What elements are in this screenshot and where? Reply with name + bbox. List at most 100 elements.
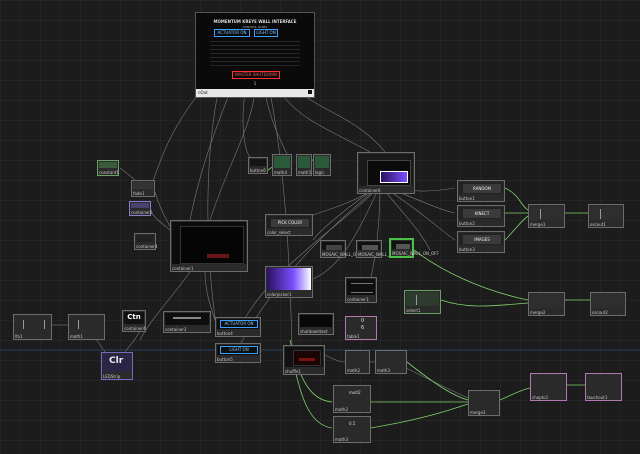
logic-label: logic: [315, 170, 325, 175]
button1-node[interactable]: RANDOM button1: [457, 180, 505, 202]
chopto1-node[interactable]: chopto1: [530, 373, 567, 401]
panel-footer: nOut: [196, 89, 314, 97]
clr-name: LEDStrip: [103, 374, 121, 379]
container-text-label: container2: [165, 327, 187, 332]
container5-node[interactable]: container5: [129, 201, 153, 216]
table1-node[interactable]: 0 6 table1: [345, 316, 377, 340]
container7-node[interactable]: MOSAIC_WALL_ON_OFF: [320, 240, 369, 258]
panel-title: MOMENTUM KREYE WALL INTERFACE: [213, 19, 297, 24]
select1-node[interactable]: select1: [404, 290, 441, 314]
logic-node[interactable]: logic: [313, 154, 331, 176]
container4-node[interactable]: container4: [134, 233, 158, 250]
control-panel-node[interactable]: MOMENTUM KREYE WALL INTERFACE CONTROL PA…: [195, 12, 315, 98]
merge3-label: merge3: [470, 410, 486, 415]
math5-label: math5: [298, 170, 311, 175]
wire: [189, 91, 231, 221]
chopto1-label: chopto1: [532, 395, 549, 400]
container6-preview: [367, 160, 411, 186]
container2-label: MOSAIC_WALL_ON_OFF: [392, 251, 439, 256]
actuator-on-button[interactable]: ACTUATOR ON: [214, 29, 250, 37]
container6-node[interactable]: container6: [357, 152, 415, 194]
button2-node[interactable]: KINECT button2: [457, 205, 505, 227]
table1-value: 0: [361, 318, 365, 324]
wire: [149, 91, 201, 191]
math2-node[interactable]: math2: [345, 350, 370, 374]
mult3-node[interactable]: 0.5 math3: [333, 416, 371, 443]
kinect-button[interactable]: KINECT: [463, 209, 501, 218]
math4-node[interactable]: math4: [272, 154, 292, 176]
button6-node[interactable]: button6: [248, 157, 268, 174]
math2-label: math2: [347, 368, 360, 373]
oscout2-label: oscout2: [592, 310, 608, 315]
container1-label: container1: [172, 266, 194, 271]
panel-footer-label: nOut: [198, 90, 208, 95]
merge3-node[interactable]: merge3: [468, 390, 500, 416]
container5-label: container5: [131, 210, 153, 215]
panel-footer-flag-icon[interactable]: [308, 90, 312, 94]
mult3-label: math3: [335, 437, 348, 442]
pick-color-button[interactable]: PICK COLOR: [271, 219, 309, 227]
math1-node[interactable]: math1: [68, 314, 105, 340]
merge1-node[interactable]: merge1: [528, 204, 565, 228]
pick-color-node[interactable]: PICK COLOR color_select: [265, 214, 313, 236]
container-text-node[interactable]: container2: [163, 311, 211, 333]
network-editor-canvas[interactable]: MOMENTUM KREYE WALL INTERFACE CONTROL PA…: [0, 0, 640, 454]
wire: [440, 299, 529, 307]
math5-node[interactable]: math5: [296, 154, 312, 176]
container4-label: container4: [136, 244, 158, 249]
panel-text-rows: [210, 41, 300, 69]
math1-label: math1: [70, 334, 83, 339]
wire: [149, 209, 173, 233]
button3-node[interactable]: IMAGES button3: [457, 231, 505, 253]
constant1-node[interactable]: constant1: [97, 160, 119, 176]
container2-node[interactable]: MOSAIC_WALL_ON_OFF: [389, 238, 439, 258]
master-shutdown-button[interactable]: MASTER SHUTDOWN: [232, 71, 280, 79]
actuator-button-node[interactable]: ACTUATOR ON button4: [215, 317, 261, 337]
fade1-label: fade1: [133, 191, 145, 196]
actuator-on-node-button[interactable]: ACTUATOR ON: [220, 320, 258, 328]
mult2-label: math2: [335, 407, 348, 412]
shuffle1-node[interactable]: shuffle1: [283, 345, 325, 375]
container1-node[interactable]: container1: [170, 220, 248, 272]
touchout1-label: touchout1: [587, 395, 608, 400]
clr-node[interactable]: Clr LEDStrip: [101, 352, 133, 380]
ctn-node[interactable]: Ctn container4: [122, 310, 146, 332]
actuator-button-label: button4: [217, 331, 233, 336]
container8-node[interactable]: MOSAIC_WALL_ON_OFF: [356, 240, 405, 258]
random-button[interactable]: RANDOM: [463, 184, 501, 193]
light-on-node-button[interactable]: LIGHT ON: [220, 346, 258, 354]
light-on-button[interactable]: LIGHT ON: [254, 29, 278, 37]
math3-label: math3: [377, 368, 390, 373]
light-button-node[interactable]: LIGHT ON button5: [215, 343, 261, 363]
wire: [309, 184, 381, 281]
merge2-node[interactable]: merge2: [528, 292, 565, 316]
wire: [504, 187, 529, 211]
math4-label: math4: [274, 170, 287, 175]
button6-label: button6: [250, 168, 266, 173]
images-button[interactable]: IMAGES: [463, 235, 501, 244]
constant1-label: constant1: [99, 170, 119, 175]
container3-node[interactable]: container3: [345, 277, 377, 303]
shutdowntext-node[interactable]: shutdowntext: [298, 313, 334, 335]
ctn-label: container4: [124, 326, 146, 331]
wire: [279, 91, 371, 153]
table1-label: table1: [347, 334, 360, 339]
math3-node[interactable]: math3: [375, 350, 407, 374]
ctn-text: Ctn: [127, 313, 141, 321]
touchout1-node[interactable]: touchout1: [585, 373, 622, 401]
colorpicker1-label: colorpicker1: [267, 292, 292, 297]
wire: [209, 91, 256, 221]
lfo1-node[interactable]: lfo1: [13, 314, 52, 340]
mult3-value: 0.5: [349, 421, 356, 426]
fade1-node[interactable]: fade1: [131, 180, 155, 197]
wire: [324, 354, 346, 363]
wire: [369, 184, 381, 283]
mult2-node[interactable]: mult2 math2: [333, 385, 371, 413]
clr-text: Clr: [109, 356, 124, 366]
merge1-label: merge1: [530, 222, 546, 227]
wire: [299, 91, 386, 153]
oscout1-node[interactable]: oscout1: [588, 204, 624, 228]
colorpicker1-node[interactable]: colorpicker1: [265, 266, 313, 298]
oscout2-node[interactable]: oscout2: [590, 292, 626, 316]
light-button-label: button5: [217, 357, 233, 362]
